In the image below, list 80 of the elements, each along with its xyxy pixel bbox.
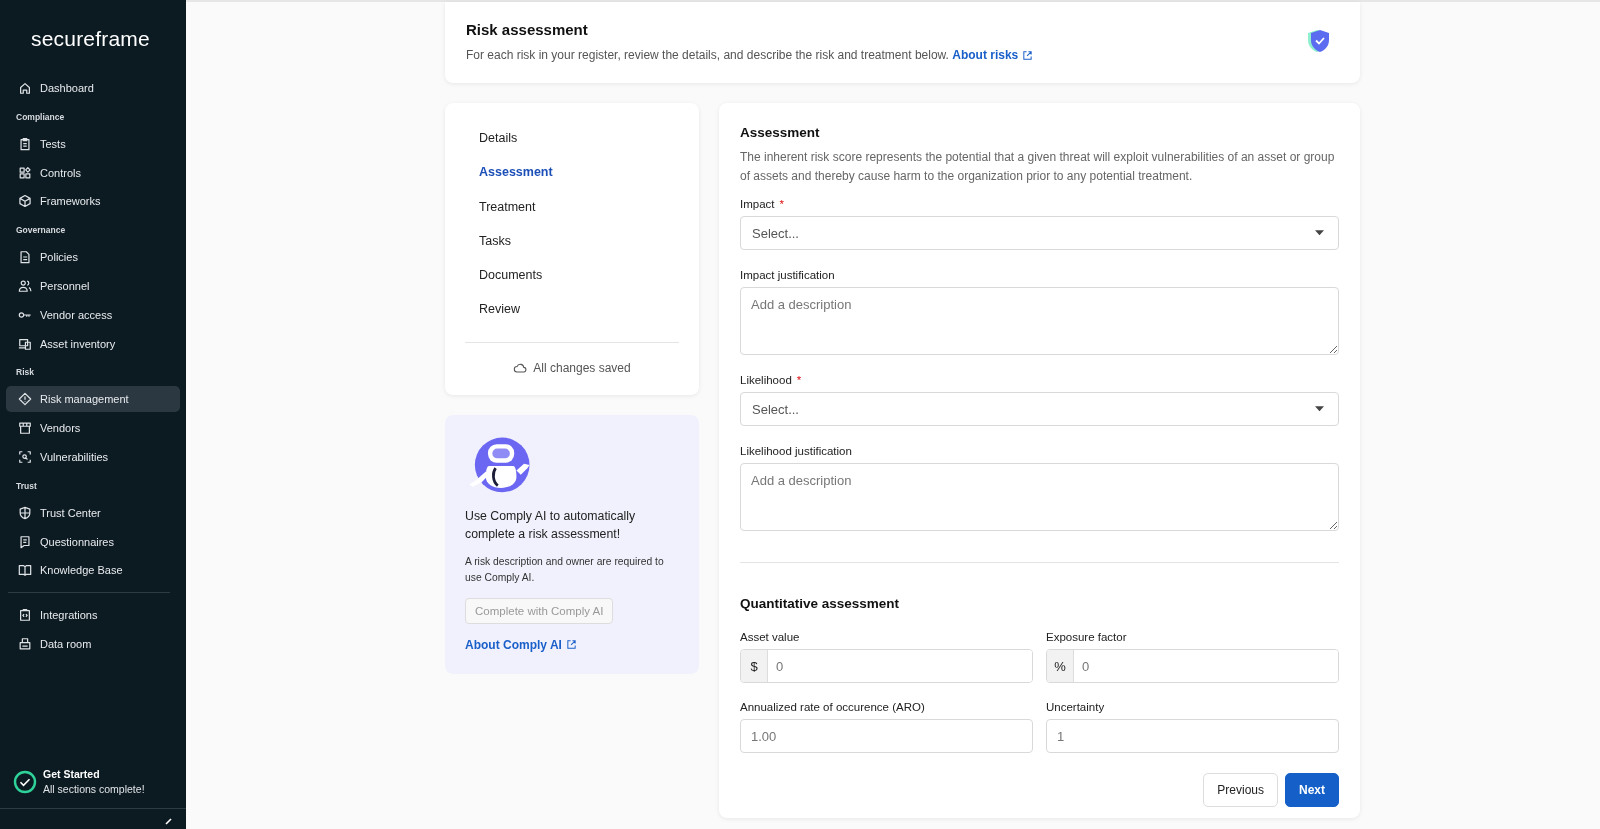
diamond-icon: [18, 392, 32, 407]
external-link-icon: [565, 639, 577, 651]
text-area[interactable]: Add a description: [740, 463, 1339, 532]
sidebar-item[interactable]: Controls: [6, 159, 180, 186]
home-icon: [18, 81, 32, 95]
section-heading: Risk: [15, 366, 35, 380]
field-label: Impact justification: [740, 269, 835, 282]
shield-icon: [18, 505, 32, 520]
sidebar-item[interactable]: Questionnaires: [6, 528, 180, 555]
grid-icon: [18, 165, 32, 180]
caret-icon: [1315, 406, 1324, 413]
devices-icon: [18, 336, 32, 351]
people-icon: [18, 279, 32, 293]
required-mark: *: [779, 198, 784, 211]
sidebar-item[interactable]: Frameworks: [6, 188, 180, 215]
sidebar-item[interactable]: Tests: [6, 130, 180, 157]
get-started-status: All sections complete!: [43, 783, 145, 795]
field-label: Asset value: [740, 631, 800, 644]
code-icon: [18, 608, 32, 623]
ai-promo-text: Use Comply AI to automatically complete a risk assessment!: [465, 507, 637, 544]
sidebar-item[interactable]: Vendors: [6, 415, 180, 442]
caret-icon: [1315, 230, 1324, 237]
required-mark: *: [796, 374, 802, 387]
text-area[interactable]: Add a description: [740, 287, 1339, 356]
field-label: Uncertainty: [1046, 701, 1105, 714]
section-heading: Trust: [15, 479, 38, 493]
book-icon: [18, 563, 32, 578]
step-link[interactable]: Review: [465, 302, 679, 337]
unit-prefix: $: [741, 650, 768, 683]
sidebar-item[interactable]: Dashboard: [6, 75, 180, 101]
field-label: Likelihood justification: [740, 445, 852, 458]
section-heading: Compliance: [15, 110, 66, 124]
step-link[interactable]: Documents: [465, 268, 679, 303]
clipboard-icon: [18, 136, 32, 151]
external-link-icon: [1022, 49, 1034, 61]
unit-prefix: %: [1047, 650, 1074, 683]
section-description: The inherent risk score represents the potential that a given threat will exploit vulnerabilities of an asset or group of assets and thereby cause harm to the organization prior to any potential treatment.: [740, 149, 1336, 186]
step-link[interactable]: Assessment: [465, 165, 679, 200]
logo: secureframe: [30, 26, 151, 52]
scan-icon: [18, 449, 32, 464]
section-title: Assessment: [740, 125, 821, 140]
step-link[interactable]: Treatment: [465, 199, 679, 234]
printer-icon: [18, 636, 32, 651]
previous-button[interactable]: Previous: [1203, 773, 1278, 808]
sidebar-item[interactable]: Vulnerabilities: [6, 443, 180, 470]
field-label: Exposure factor: [1046, 631, 1127, 644]
select-field[interactable]: Select...: [740, 392, 1339, 427]
sidebar-item[interactable]: Knowledge Base: [6, 557, 180, 584]
get-started-title: Get Started: [43, 768, 101, 780]
number-input[interactable]: 1.00: [740, 719, 1033, 754]
sidebar-item[interactable]: Integrations: [6, 602, 180, 629]
step-link[interactable]: Details: [465, 131, 679, 166]
sidebar-item[interactable]: Risk management: [6, 386, 180, 413]
ai-note: A risk description and owner are required to use Comply AI.: [465, 554, 665, 585]
number-input[interactable]: $ 0: [740, 649, 1033, 684]
page-description: For each risk in your register, review the details, and describe the risk and treatment below.: [466, 48, 949, 62]
sidebar-item[interactable]: Asset inventory: [6, 330, 180, 357]
section-title: Quantitative assessment: [740, 596, 901, 612]
save-status: All changes saved: [533, 360, 631, 375]
step-link[interactable]: Tasks: [465, 233, 679, 269]
document-icon: [18, 250, 32, 265]
sidebar-item[interactable]: Data room: [6, 630, 180, 657]
sidebar-item[interactable]: Trust Center: [6, 499, 180, 526]
number-input[interactable]: 1: [1046, 719, 1339, 754]
store-icon: [18, 421, 32, 436]
select-field[interactable]: Select...: [740, 216, 1339, 251]
about-comply-ai-link[interactable]: About Comply AI: [465, 637, 577, 652]
section-heading: Governance: [15, 224, 67, 238]
field-label: Impact: [740, 198, 775, 211]
field-label: Likelihood: [740, 374, 792, 387]
page-title: Risk assessment: [466, 21, 589, 38]
sidebar-item[interactable]: Personnel: [6, 273, 180, 299]
sidebar-item[interactable]: Vendor access: [6, 301, 180, 328]
next-button[interactable]: Next: [1285, 773, 1339, 808]
cube-icon: [18, 194, 32, 209]
number-input[interactable]: % 0: [1046, 649, 1339, 684]
sidebar-item[interactable]: Policies: [6, 244, 180, 271]
about-risks-link[interactable]: About risks: [952, 48, 1034, 62]
field-label: Annualized rate of occurence (ARO): [740, 701, 925, 714]
document-icon: [18, 534, 32, 549]
